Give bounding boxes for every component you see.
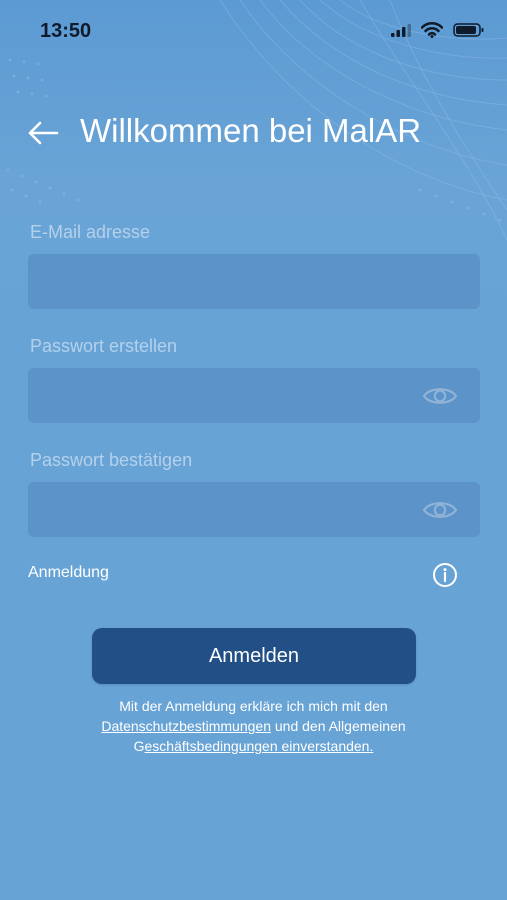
eye-icon[interactable]	[422, 384, 458, 408]
password-confirm-field[interactable]	[28, 482, 480, 537]
status-time: 13:50	[40, 20, 92, 42]
battery-icon	[453, 23, 484, 37]
password-field[interactable]	[28, 368, 480, 423]
info-icon[interactable]	[432, 562, 458, 588]
page-title: Willkommen bei MalAR	[80, 112, 422, 149]
wifi-icon	[421, 22, 443, 38]
legal-text-prefix: G	[133, 738, 145, 754]
legal-text-middle: und den Allgemeinen	[270, 718, 406, 734]
arrow-left-icon[interactable]	[26, 116, 60, 150]
anmelden-button[interactable]: Anmelden	[92, 628, 416, 684]
cellular-signal-icon	[391, 24, 411, 37]
status-icons	[391, 22, 485, 38]
eye-icon[interactable]	[422, 498, 458, 522]
legal-text-line1: Mit der Anmeldung erkläre ich mich mit d…	[119, 698, 388, 714]
password-label: Passwort erstellen	[30, 336, 178, 356]
privacy-policy-link[interactable]: Datenschutzbestimmungen	[101, 718, 271, 734]
status-bar: 13:50	[0, 0, 507, 64]
anmeldung-label: Anmeldung	[28, 564, 109, 581]
legal-notice: Mit der Anmeldung erkläre ich mich mit d…	[40, 696, 467, 756]
terms-link[interactable]: eschäftsbedingungen einverstanden.	[145, 738, 374, 754]
email-label: E-Mail adresse	[30, 222, 151, 242]
password-confirm-label: Passwort bestätigen	[30, 450, 193, 470]
email-field[interactable]	[28, 254, 480, 309]
